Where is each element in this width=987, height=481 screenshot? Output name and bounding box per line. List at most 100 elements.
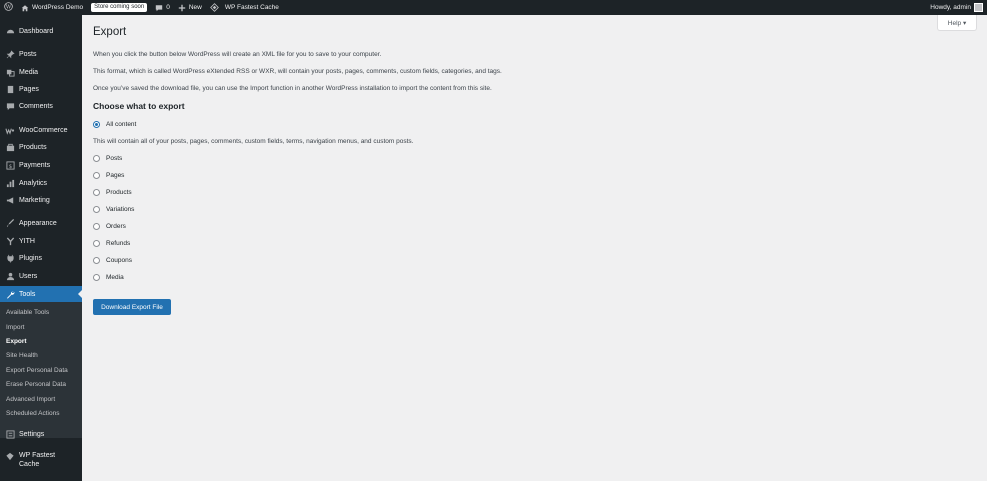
radio-refunds[interactable]: Refunds (93, 240, 130, 247)
sidebar-item-appearance[interactable]: Appearance (0, 215, 82, 231)
radio-media[interactable]: Media (93, 274, 124, 281)
sidebar-item-label: Dashboard (19, 27, 54, 35)
site-name: WordPress Demo (32, 4, 84, 11)
sidebar-item-label: Appearance (19, 219, 57, 227)
sidebar-item-label: Tools (19, 290, 36, 298)
settings-icon (5, 429, 15, 439)
analytics-icon (5, 178, 15, 188)
user-icon (5, 271, 15, 281)
download-export-button[interactable]: Download Export File (93, 299, 171, 315)
dashboard-icon (5, 26, 15, 36)
radio-coupons[interactable]: Coupons (93, 257, 132, 264)
radio-variations[interactable]: Variations (93, 206, 134, 213)
cache-icon (5, 451, 15, 461)
megaphone-icon (5, 195, 15, 205)
all-content-description: This will contain all of your posts, pag… (93, 138, 414, 145)
sidebar-item-tools[interactable]: Tools (0, 286, 82, 302)
intro-paragraph-2: This format, which is called WordPress e… (93, 68, 502, 75)
radio-pages[interactable]: Pages (93, 172, 124, 179)
yith-icon (5, 236, 15, 246)
comment-icon (5, 101, 15, 111)
radio-button[interactable] (93, 223, 100, 230)
sidebar-item-wp-fastest-cache[interactable]: WP Fastest Cache (0, 449, 82, 475)
submenu-erase-personal-data[interactable]: Erase Personal Data (6, 381, 66, 388)
svg-text:W: W (6, 4, 12, 10)
woo-icon (5, 125, 15, 135)
sidebar-item-users[interactable]: Users (0, 268, 82, 284)
sidebar-item-settings[interactable]: Settings (0, 426, 82, 442)
store-status-link[interactable]: Store coming soon (87, 0, 151, 15)
sidebar-item-comments[interactable]: Comments (0, 98, 82, 114)
radio-label: Pages (106, 172, 125, 179)
active-menu-arrow (78, 290, 82, 298)
sidebar-item-label: Marketing (19, 196, 50, 204)
wrench-icon (5, 289, 15, 299)
admin-bar: W WordPress Demo Store coming soon 0 New… (0, 0, 987, 15)
choose-export-heading: Choose what to export (93, 101, 185, 111)
cache-diamond-icon (209, 3, 219, 12)
sidebar-item-label: Settings (19, 430, 45, 438)
submenu-scheduled-actions[interactable]: Scheduled Actions (6, 410, 59, 417)
comments-link[interactable]: 0 (151, 0, 174, 15)
radio-label: All content (106, 121, 137, 128)
howdy-text: Howdy, admin (930, 4, 971, 11)
sidebar-item-pages[interactable]: Pages (0, 81, 82, 97)
brush-icon (5, 218, 15, 228)
radio-label: Coupons (106, 257, 133, 264)
intro-paragraph-1: When you click the button below WordPres… (93, 51, 382, 58)
submenu-available-tools[interactable]: Available Tools (6, 309, 49, 316)
sidebar-item-woocommerce[interactable]: WooCommerce (0, 122, 82, 138)
comment-bubble-icon (155, 4, 163, 12)
radio-button[interactable] (93, 189, 100, 196)
radio-label: Variations (106, 206, 135, 213)
cache-label: WP Fastest Cache (224, 4, 279, 11)
sidebar-item-plugins[interactable]: Plugins (0, 250, 82, 266)
media-icon (5, 67, 15, 77)
radio-all-content[interactable]: All content (93, 121, 136, 128)
my-account-link[interactable]: Howdy, admin (926, 0, 987, 15)
sidebar-item-label: Products (19, 143, 47, 151)
plug-icon (5, 253, 15, 263)
submenu-advanced-import[interactable]: Advanced Import (6, 396, 55, 403)
radio-button[interactable] (93, 257, 100, 264)
sidebar-item-label: Comments (19, 102, 53, 110)
submenu-export[interactable]: Export (6, 338, 27, 345)
radio-label: Posts (106, 155, 123, 162)
radio-button-checked[interactable] (93, 121, 100, 128)
radio-button[interactable] (93, 240, 100, 247)
submenu-export-personal-data[interactable]: Export Personal Data (6, 367, 68, 374)
sidebar-item-label: WP Fastest Cache (19, 452, 56, 468)
radio-button[interactable] (93, 274, 100, 281)
radio-orders[interactable]: Orders (93, 223, 126, 230)
radio-products[interactable]: Products (93, 189, 132, 196)
wp-fastest-cache-link[interactable]: WP Fastest Cache (206, 0, 283, 15)
sidebar-item-label: Users (19, 272, 38, 280)
radio-button[interactable] (93, 172, 100, 179)
new-content-link[interactable]: New (174, 0, 206, 15)
sidebar-item-products[interactable]: Products (0, 139, 82, 155)
sidebar-item-dashboard[interactable]: Dashboard (0, 23, 82, 39)
radio-button[interactable] (93, 206, 100, 213)
sidebar-item-media[interactable]: Media (0, 64, 82, 80)
radio-button[interactable] (93, 155, 100, 162)
radio-posts[interactable]: Posts (93, 155, 122, 162)
sidebar-item-payments[interactable]: $ Payments (0, 157, 82, 173)
intro-paragraph-3: Once you’ve saved the download file, you… (93, 85, 492, 92)
radio-label: Orders (106, 223, 126, 230)
submenu-site-health[interactable]: Site Health (6, 352, 38, 359)
sidebar-item-posts[interactable]: Posts (0, 46, 82, 62)
site-name-link[interactable]: WordPress Demo (17, 0, 87, 15)
sidebar-item-analytics[interactable]: Analytics (0, 175, 82, 191)
sidebar-item-yith[interactable]: YITH (0, 233, 82, 249)
radio-label: Media (106, 274, 124, 281)
store-status-badge: Store coming soon (91, 3, 148, 12)
help-tab-button[interactable]: Help ▾ (937, 15, 977, 31)
wp-logo-button[interactable]: W (0, 0, 17, 15)
help-label: Help ▾ (947, 19, 967, 27)
wordpress-logo-icon: W (4, 2, 13, 13)
sidebar-item-marketing[interactable]: Marketing (0, 192, 82, 208)
submenu-import[interactable]: Import (6, 324, 24, 331)
sidebar-item-label: YITH (19, 237, 35, 245)
products-icon (5, 142, 15, 152)
svg-text:$: $ (8, 163, 11, 169)
